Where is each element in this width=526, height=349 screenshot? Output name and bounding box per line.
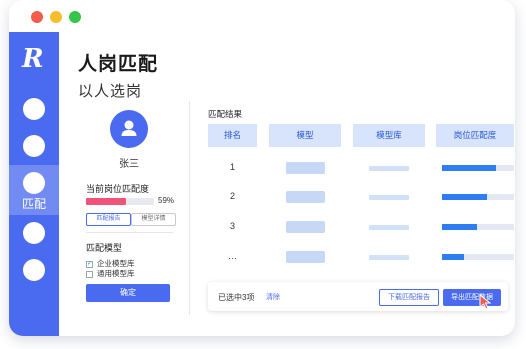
section-divider: [86, 232, 173, 233]
mouse-cursor-icon: [479, 294, 492, 310]
page-subtitle: 以人选岗: [78, 83, 143, 100]
user-name: 张三: [119, 159, 139, 170]
checkbox-icon[interactable]: [86, 270, 93, 278]
row-match-bar: [442, 194, 514, 200]
row-model-placeholder[interactable]: [286, 221, 325, 233]
avatar: [110, 110, 148, 148]
row-model-placeholder[interactable]: [286, 162, 325, 174]
sidebar-item-match-label[interactable]: 匹配: [9, 195, 59, 212]
row-rank: 1: [229, 162, 235, 172]
model-section-title: 匹配模型: [86, 243, 123, 253]
maximize-window-button[interactable]: [69, 11, 81, 23]
selected-count: 已选中3项: [218, 293, 255, 302]
sidebar-item-4-icon[interactable]: [23, 222, 45, 244]
row-match-bar-fill: [442, 224, 477, 230]
match-label: 当前岗位匹配度: [86, 184, 150, 194]
row-match-bar-fill: [442, 165, 496, 171]
panel-divider: [189, 101, 190, 315]
option-label: 企业模型库: [97, 259, 135, 268]
column-header-rank[interactable]: 排名: [208, 124, 257, 147]
minimize-window-button[interactable]: [50, 11, 62, 23]
match-percent: 59%: [158, 196, 175, 205]
clear-selection-link[interactable]: 清除: [266, 292, 280, 302]
confirm-button[interactable]: 确定: [86, 284, 170, 302]
row-match-bar-fill: [442, 194, 487, 200]
results-title: 匹配结果: [208, 109, 243, 119]
row-rank: 2: [229, 191, 235, 201]
row-model-placeholder[interactable]: [286, 191, 325, 203]
match-progress-fill: [86, 198, 127, 205]
sidebar-item-match-icon[interactable]: [23, 172, 45, 194]
column-header-match[interactable]: 岗位匹配度: [436, 124, 514, 147]
row-library-placeholder: [369, 255, 409, 260]
row-rank: …: [228, 251, 237, 261]
row-library-placeholder: [369, 195, 409, 200]
model-detail-button[interactable]: 模型详情: [131, 213, 176, 226]
row-rank: 3: [229, 221, 235, 231]
user-icon: [121, 120, 137, 136]
row-library-placeholder: [369, 166, 409, 171]
match-report-button[interactable]: 匹配报告: [86, 213, 131, 226]
sidebar-item-1-icon[interactable]: [23, 98, 45, 120]
close-window-button[interactable]: [31, 11, 43, 23]
option-general-library[interactable]: 通用模型库: [86, 268, 135, 279]
match-progress-bar: [86, 198, 154, 205]
app-window: R 匹配 人岗匹配 以人选岗 张三 当前岗位匹配度 59% 匹配报告 模型详情 …: [9, 0, 515, 336]
row-match-bar: [442, 254, 514, 260]
row-match-bar-fill: [442, 254, 464, 260]
app-logo: R: [22, 44, 44, 74]
title-bar: [9, 0, 515, 32]
checkbox-checked-icon[interactable]: ✓: [86, 260, 93, 268]
download-report-button[interactable]: 下载匹配报告: [379, 289, 439, 306]
selection-footer: 已选中3项 清除 下载匹配报告 导出匹配数据: [208, 282, 508, 311]
sidebar-item-2-icon[interactable]: [23, 135, 45, 157]
sidebar-item-5-icon[interactable]: [23, 259, 45, 281]
row-library-placeholder: [369, 225, 409, 230]
column-header-library[interactable]: 模型库: [353, 124, 425, 147]
row-model-placeholder[interactable]: [286, 251, 325, 263]
column-header-model[interactable]: 模型: [269, 124, 341, 147]
option-label: 通用模型库: [97, 269, 135, 278]
row-match-bar: [442, 224, 514, 230]
page-title: 人岗匹配: [78, 54, 159, 75]
row-match-bar: [442, 165, 514, 171]
